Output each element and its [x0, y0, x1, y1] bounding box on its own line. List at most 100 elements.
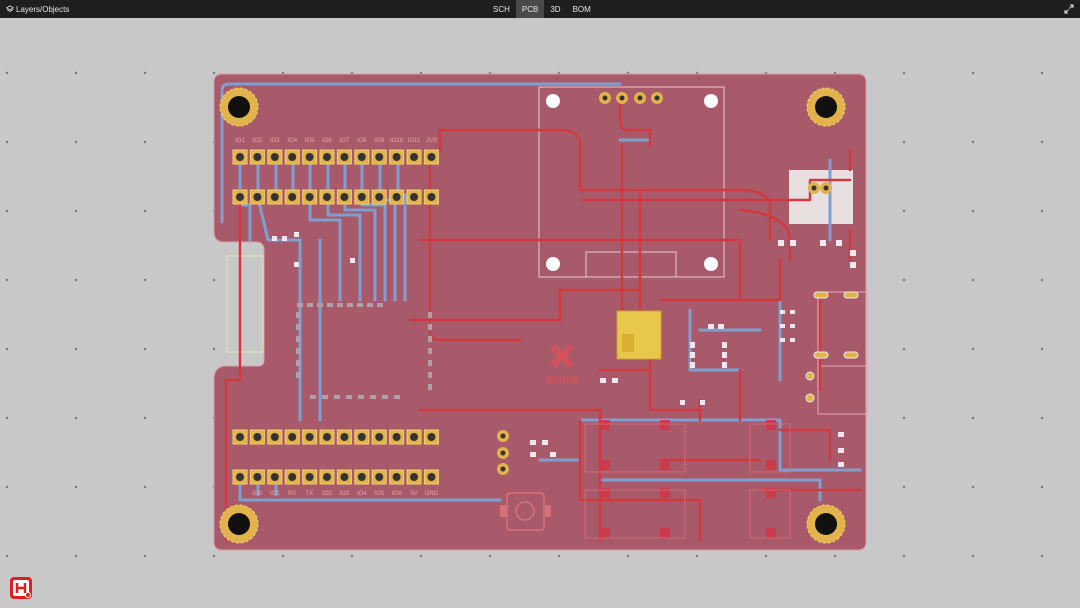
header-top-label: IO6 — [322, 138, 332, 144]
header-pin-hole — [357, 473, 366, 481]
grid-dot — [971, 278, 975, 282]
header-pin-hole — [305, 433, 314, 441]
header-top-label: IO2 — [253, 138, 263, 144]
header-pin-hole — [375, 473, 384, 481]
grid-dot — [488, 554, 492, 558]
grid-dot — [902, 71, 906, 75]
through-hole — [619, 95, 625, 101]
grid-dot — [902, 416, 906, 420]
header-pin-hole — [236, 433, 244, 441]
header-bottom-label: TX — [306, 491, 314, 497]
grid-dot — [902, 554, 906, 558]
mounting-hole — [228, 96, 250, 118]
grid-dot — [143, 554, 147, 558]
grid-dot — [74, 209, 78, 213]
lceda-logo-icon — [10, 577, 32, 599]
grid-dot — [902, 209, 906, 213]
grid-dot — [281, 554, 285, 558]
header-pin-hole — [305, 193, 314, 201]
grid-dot — [1040, 278, 1044, 282]
header-pin-hole — [375, 153, 384, 161]
grid-dot — [74, 347, 78, 351]
layers-objects-label: Layers/Objects — [16, 4, 70, 14]
pcb-canvas[interactable]: 星河日志 IO1 IO2 IO3 IO4 IO5 IO6 IO7 IO8 IO9 IO10 IO11… — [0, 18, 1080, 608]
header-pin-hole — [253, 153, 262, 161]
grid-dot — [971, 71, 975, 75]
reset-button-pad — [500, 505, 506, 517]
header-pin-hole — [410, 193, 418, 201]
header-pin-hole — [357, 193, 366, 201]
header-pin-hole — [323, 153, 331, 161]
grid-dot — [971, 554, 975, 558]
header-pin-hole — [392, 473, 401, 481]
mounting-hole — [815, 513, 837, 535]
grid-dot — [1040, 416, 1044, 420]
header-pin-hole — [392, 193, 401, 201]
tab-bom[interactable]: BOM — [567, 0, 597, 18]
tab-sch[interactable]: SCH — [487, 0, 516, 18]
grid-dot — [143, 485, 147, 489]
header-pin-hole — [288, 193, 297, 201]
header-pin-hole — [236, 473, 244, 481]
header-pin-hole — [340, 193, 349, 201]
through-hole — [500, 450, 506, 456]
grid-dot — [902, 347, 906, 351]
header-pin-hole — [323, 193, 331, 201]
view-tabs: SCH PCB 3D BOM — [487, 0, 597, 18]
header-bottom-label: IO6 — [392, 491, 402, 497]
header-bottom-label: IO0 — [253, 491, 263, 497]
header-pin-hole — [305, 473, 314, 481]
grid-dot — [419, 554, 423, 558]
grid-dot — [971, 209, 975, 213]
header-top-label: IO10 — [390, 138, 404, 144]
through-hole — [500, 466, 506, 472]
tab-3d[interactable]: 3D — [544, 0, 566, 18]
header-top-label: IO9 — [374, 138, 384, 144]
layers-icon — [6, 5, 14, 12]
grid-dot — [74, 71, 78, 75]
header-pin-hole — [427, 153, 436, 161]
header-top-label: IO11 — [408, 138, 421, 144]
header-top-label: IO7 — [340, 138, 350, 144]
header-pin-hole — [270, 433, 279, 441]
header-top-label: IO1 — [235, 138, 245, 144]
lceda-logo-button[interactable] — [9, 576, 33, 600]
pcb-drawing: 星河日志 IO1 IO2 IO3 IO4 IO5 IO6 IO7 IO8 IO9 IO10 IO11… — [5, 71, 1044, 558]
grid-dot — [902, 485, 906, 489]
header-top-label: 3V3 — [426, 138, 437, 144]
header-pin-hole — [410, 153, 418, 161]
grid-dot — [1040, 485, 1044, 489]
header-pin-hole — [392, 153, 401, 161]
grid-dot — [695, 554, 699, 558]
grid-dot — [143, 347, 147, 351]
grid-dot — [212, 554, 216, 558]
header-pin-hole — [340, 153, 349, 161]
header-pin-hole — [410, 473, 418, 481]
mounting-hole — [815, 96, 837, 118]
header-pin-hole — [340, 473, 349, 481]
header-pin-hole — [270, 473, 279, 481]
layers-objects-button[interactable]: Layers/Objects — [6, 0, 69, 18]
header-pin-hole — [340, 433, 349, 441]
top-toolbar: Layers/Objects SCH PCB 3D BOM — [0, 0, 1080, 18]
header-top-label: IO3 — [270, 138, 280, 144]
grid-dot — [1040, 347, 1044, 351]
grid-dot — [212, 347, 216, 351]
expand-icon[interactable] — [1064, 4, 1074, 14]
grid-dot — [557, 554, 561, 558]
grid-dot — [143, 71, 147, 75]
tab-pcb-label: PCB — [521, 4, 539, 14]
through-hole — [654, 95, 660, 101]
through-hole — [823, 185, 829, 191]
tab-pcb[interactable]: PCB — [515, 0, 545, 18]
grid-dot — [212, 278, 216, 282]
grid-dot — [5, 554, 9, 558]
header-pin-hole — [253, 193, 262, 201]
header-pin-hole — [270, 193, 279, 201]
grid-dot — [902, 278, 906, 282]
grid-dot — [971, 347, 975, 351]
header-top-label: IO5 — [305, 138, 315, 144]
sensor-pad — [789, 170, 853, 224]
through-hole — [637, 95, 643, 101]
grid-dot — [971, 485, 975, 489]
